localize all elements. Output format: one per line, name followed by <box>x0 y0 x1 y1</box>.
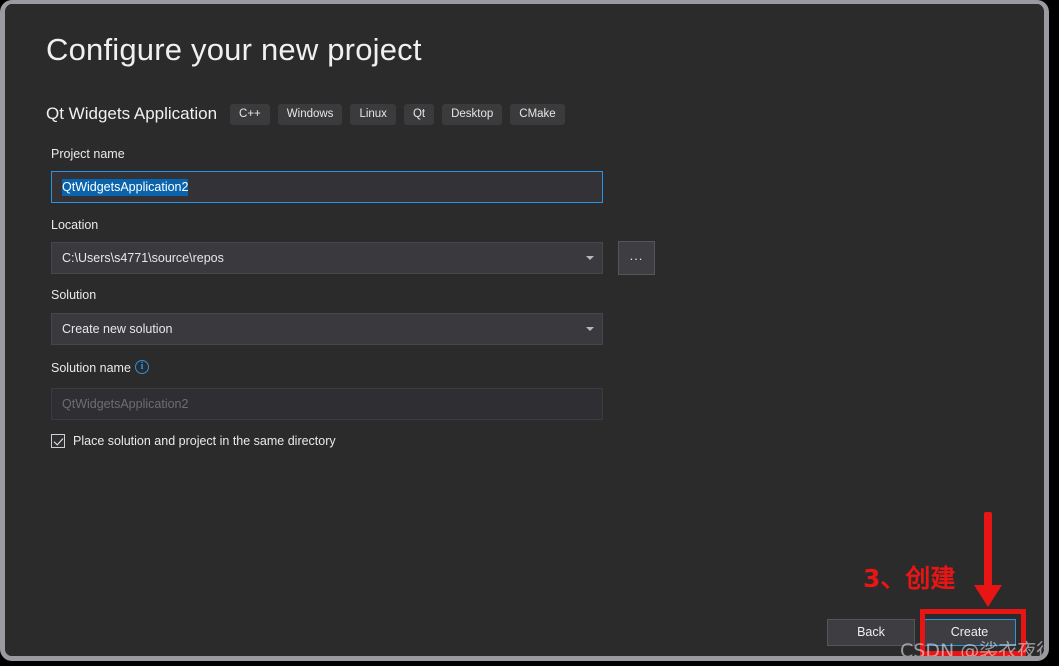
dialog-window-frame: Configure your new project Qt Widgets Ap… <box>0 0 1049 661</box>
location-combo[interactable]: C:\Users\s4771\source\repos <box>51 242 603 274</box>
tag-cpp: C++ <box>230 103 270 125</box>
project-name-value: QtWidgetsApplication2 <box>62 179 189 196</box>
tag-cmake: CMake <box>510 103 565 125</box>
annotation-arrow-shaft <box>984 512 992 592</box>
template-info-row: Qt Widgets Application C++ Windows Linux… <box>46 102 573 126</box>
solution-value: Create new solution <box>62 322 173 336</box>
solution-name-placeholder: QtWidgetsApplication2 <box>62 397 189 411</box>
solution-label: Solution <box>51 288 97 302</box>
project-name-input[interactable]: QtWidgetsApplication2 <box>51 171 603 203</box>
tag-desktop: Desktop <box>442 103 503 125</box>
same-directory-label: Place solution and project in the same d… <box>73 434 336 448</box>
annotation-arrow-head <box>974 585 1002 607</box>
tag-linux: Linux <box>350 103 396 125</box>
back-button[interactable]: Back <box>827 619 915 646</box>
create-button[interactable]: Create <box>923 619 1016 646</box>
solution-name-label: Solution name <box>51 361 131 375</box>
location-label: Location <box>51 218 99 232</box>
chevron-down-icon <box>586 256 594 260</box>
chevron-down-icon <box>586 327 594 331</box>
info-icon[interactable]: i <box>135 360 149 374</box>
location-value: C:\Users\s4771\source\repos <box>62 251 224 265</box>
annotation-step-text: 3、创建 <box>863 564 956 593</box>
page-title: Configure your new project <box>46 32 422 67</box>
solution-combo[interactable]: Create new solution <box>51 313 603 345</box>
dialog-surface: Configure your new project Qt Widgets Ap… <box>5 4 1044 656</box>
template-name: Qt Widgets Application <box>46 104 218 123</box>
checkmark-icon[interactable] <box>51 434 65 448</box>
tag-qt: Qt <box>403 103 435 125</box>
tag-windows: Windows <box>277 103 343 125</box>
browse-location-button[interactable]: ... <box>618 241 655 275</box>
same-directory-checkbox-row[interactable]: Place solution and project in the same d… <box>51 434 336 448</box>
configure-project-dialog-screen: Configure your new project Qt Widgets Ap… <box>0 0 1059 666</box>
solution-name-input[interactable]: QtWidgetsApplication2 <box>51 388 603 420</box>
project-name-label: Project name <box>51 147 125 161</box>
